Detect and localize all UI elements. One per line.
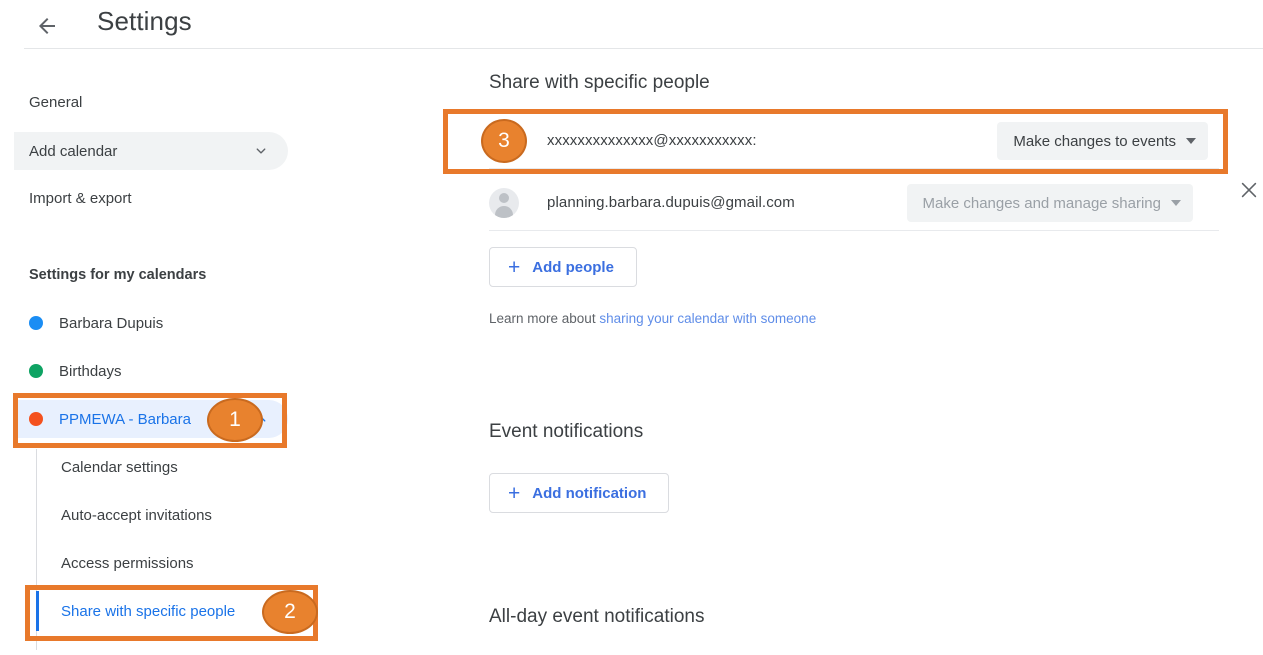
add-people-button[interactable]: + Add people <box>489 247 637 287</box>
share-section-heading: Share with specific people <box>489 72 710 93</box>
page-title: Settings <box>97 6 192 36</box>
sidebar-subitem-label: Share with specific people <box>61 602 236 620</box>
avatar <box>489 187 519 218</box>
calendar-color-dot <box>29 364 43 378</box>
permission-dropdown-value: Make changes to events <box>1013 132 1176 150</box>
settings-sidebar: General Add calendar Import & export Set… <box>0 49 430 655</box>
sidebar-item-import-export[interactable]: Import & export <box>14 179 288 217</box>
share-row: xxxxxxxxxxxxxx@xxxxxxxxxxx: Make changes… <box>489 113 1219 169</box>
plus-icon: + <box>508 481 521 505</box>
sidebar-item-label: Import & export <box>29 189 132 207</box>
chevron-up-icon[interactable] <box>252 410 270 428</box>
share-row-email: planning.barbara.dupuis@gmail.com <box>547 194 795 211</box>
add-notification-button[interactable]: + Add notification <box>489 473 670 513</box>
sidebar-calendar-label: Barbara Dupuis <box>59 314 164 332</box>
sidebar-subitem-label: Auto-accept invitations <box>61 506 212 524</box>
sidebar-calendar-label: Birthdays <box>59 362 122 380</box>
sidebar-subitem-label: Access permissions <box>61 554 194 572</box>
chevron-down-icon <box>1186 138 1196 144</box>
permission-dropdown-value: Make changes and manage sharing <box>922 194 1162 212</box>
event-notifications-heading: Event notifications <box>489 421 644 442</box>
close-icon[interactable] <box>1236 177 1262 203</box>
back-arrow-icon[interactable] <box>30 9 64 43</box>
app-header: Settings <box>0 0 1263 49</box>
permission-dropdown: Make changes and manage sharing <box>906 184 1193 222</box>
sidebar-calendar-label: PPMEWA - Barbara <box>59 410 191 428</box>
share-row: planning.barbara.dupuis@gmail.com Make c… <box>489 175 1219 231</box>
sidebar-item-add-calendar[interactable]: Add calendar <box>14 132 288 170</box>
sidebar-item-share-with-specific-people[interactable]: Share with specific people <box>36 591 296 631</box>
sidebar-item-label: Add calendar <box>29 142 118 160</box>
share-row-email: xxxxxxxxxxxxxx@xxxxxxxxxxx: <box>547 132 757 149</box>
share-row-avatar-placeholder <box>489 126 519 156</box>
learn-more-text: Learn more about sharing your calendar w… <box>489 311 816 326</box>
learn-more-prefix: Learn more about <box>489 311 600 326</box>
settings-main-panel: Share with specific people xxxxxxxxxxxxx… <box>430 49 1263 655</box>
calendar-color-dot <box>29 412 43 426</box>
sharing-calendar-help-link[interactable]: sharing your calendar with someone <box>599 311 816 326</box>
plus-icon: + <box>508 255 521 279</box>
chevron-down-icon <box>1171 200 1181 206</box>
sidebar-section-my-calendars: Settings for my calendars <box>29 267 207 283</box>
add-people-label: Add people <box>532 258 614 276</box>
sidebar-calendar-birthdays[interactable]: Birthdays <box>14 352 288 390</box>
permission-dropdown[interactable]: Make changes to events <box>997 122 1208 160</box>
sidebar-calendar-ppmewa-barbara[interactable]: PPMEWA - Barbara <box>14 400 288 438</box>
add-notification-label: Add notification <box>532 484 647 502</box>
settings-page: Settings General Add calendar Import & e… <box>0 0 1263 655</box>
sidebar-item-label: General <box>29 93 83 111</box>
sidebar-calendar-barbara-dupuis[interactable]: Barbara Dupuis <box>14 304 288 342</box>
chevron-down-icon[interactable] <box>252 142 270 160</box>
sidebar-item-calendar-settings[interactable]: Calendar settings <box>36 447 296 487</box>
calendar-color-dot <box>29 316 43 330</box>
allday-event-notifications-heading: All-day event notifications <box>489 606 705 627</box>
sidebar-item-general[interactable]: General <box>14 83 288 121</box>
sidebar-subitem-label: Calendar settings <box>61 458 178 476</box>
sidebar-item-auto-accept-invitations[interactable]: Auto-accept invitations <box>36 495 296 535</box>
sidebar-item-access-permissions[interactable]: Access permissions <box>36 543 296 583</box>
